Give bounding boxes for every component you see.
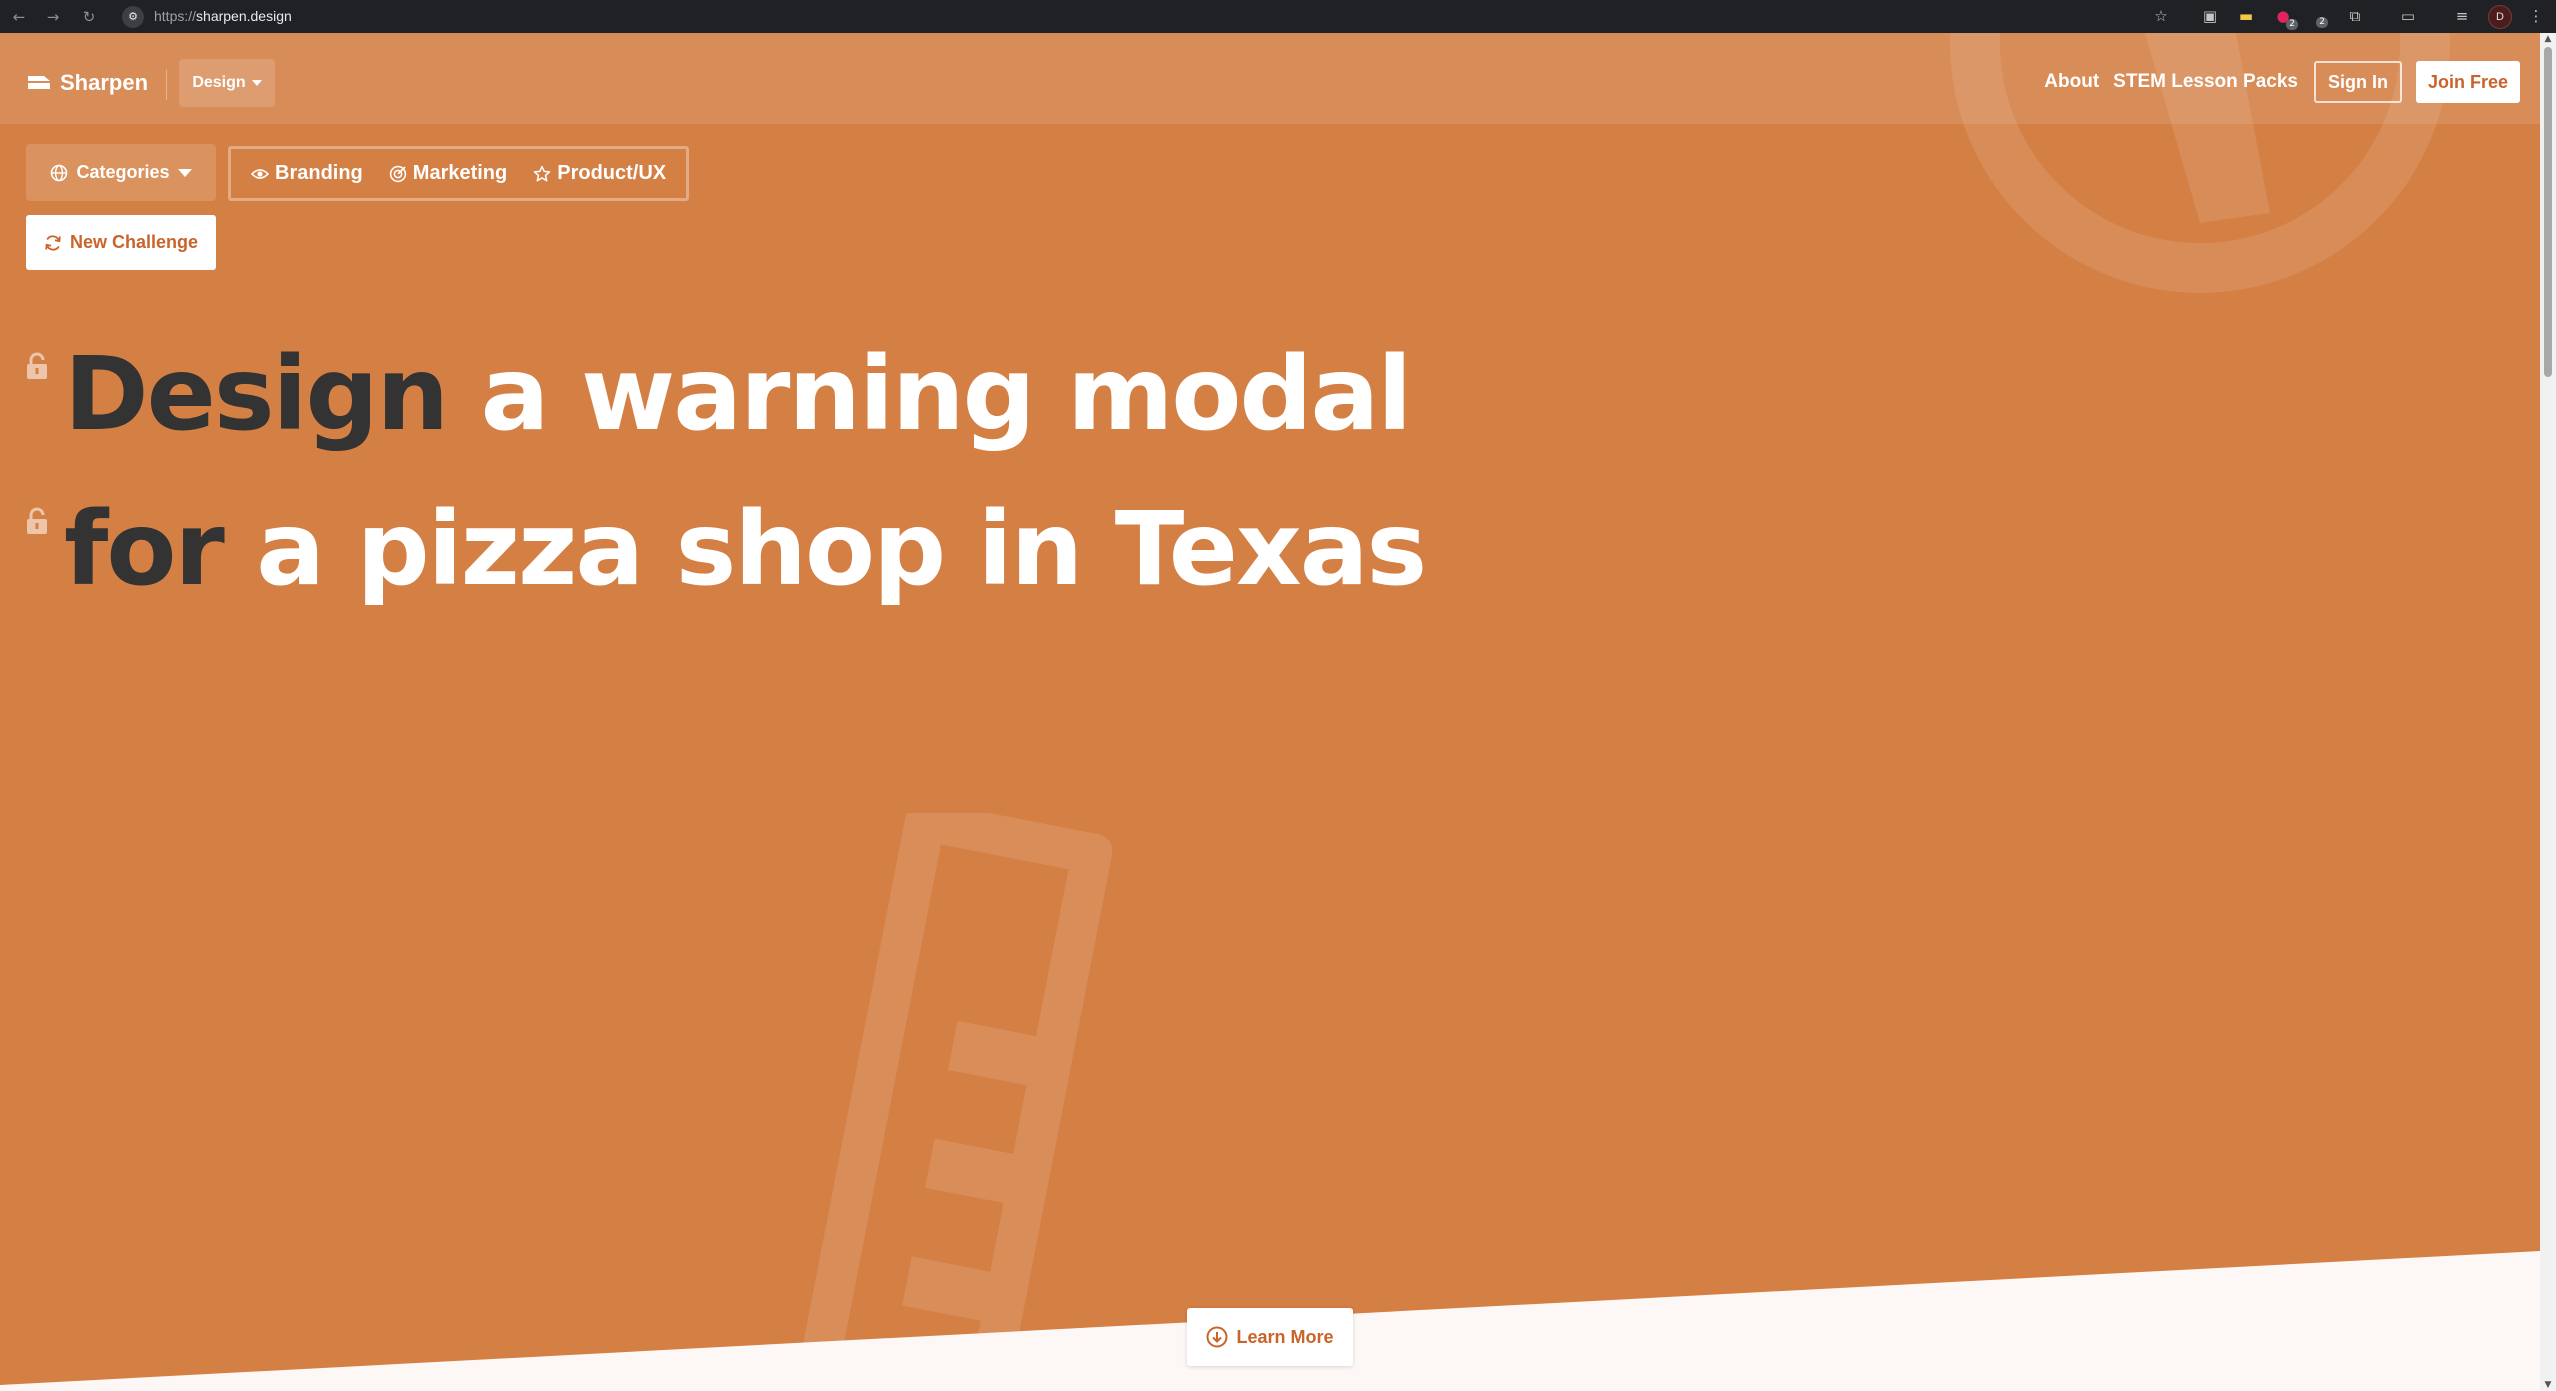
category-product-ux[interactable]: Product/UX: [533, 162, 666, 185]
profile-avatar[interactable]: D: [2488, 5, 2512, 29]
prompt-line-2: for a pizza shop in Texas: [64, 490, 1427, 610]
caret-down-icon: [177, 168, 192, 177]
join-free-button[interactable]: Join Free: [2415, 61, 2520, 103]
arrow-down-circle-icon: [1206, 1326, 1228, 1348]
category-branding-label: Branding: [275, 162, 363, 184]
background-ruler-icon: [790, 813, 1113, 1391]
scroll-up-arrow-icon[interactable]: ▲: [2540, 34, 2556, 44]
learn-more-label: Learn More: [1236, 1326, 1334, 1347]
eye-icon: [251, 168, 269, 179]
new-challenge-label: New Challenge: [69, 232, 199, 252]
extension-pocket-icon[interactable]: ▣: [2200, 6, 2220, 26]
caret-down-icon: [251, 80, 262, 86]
url-scheme: https://: [154, 8, 197, 24]
brand[interactable]: Sharpen: [26, 67, 148, 99]
extensions-puzzle-icon[interactable]: ⧉: [2345, 6, 2365, 26]
extension-badge-icon[interactable]: ● 2: [2273, 6, 2298, 30]
prompt-preposition: for: [64, 490, 225, 609]
sign-in-button[interactable]: Sign In: [2313, 61, 2402, 103]
brand-divider: [166, 70, 167, 100]
mode-dropdown[interactable]: Design: [179, 59, 275, 107]
unlock-icon[interactable]: [26, 507, 48, 535]
learn-more-button[interactable]: Learn More: [1187, 1308, 1353, 1366]
forward-icon[interactable]: →: [44, 8, 62, 26]
scroll-down-arrow-icon[interactable]: ▼: [2540, 1380, 2556, 1390]
bookmark-star-icon[interactable]: ☆: [2151, 6, 2171, 26]
browser-toolbar: ← → ↻ ⚙ https://sharpen.design ☆ ▣ ▬ ● 2 …: [0, 0, 2556, 33]
page-hero: Sharpen Design About STEM Lesson Packs S…: [0, 33, 2540, 1391]
scrollbar-thumb[interactable]: [2544, 47, 2552, 377]
page-scrollbar[interactable]: ▲ ▼: [2540, 33, 2556, 1391]
categories-label: Categories: [76, 162, 170, 182]
site-info-icon[interactable]: ⚙: [122, 6, 144, 28]
mode-dropdown-label: Design: [192, 74, 246, 91]
extension-notes-icon[interactable]: ▬: [2236, 6, 2256, 26]
nav-stem-lesson-packs[interactable]: STEM Lesson Packs: [2113, 71, 2298, 93]
extension-count-icon[interactable]: 2: [2310, 6, 2330, 28]
header-nav: About STEM Lesson Packs Sign In Join Fre…: [2044, 59, 2520, 105]
globe-icon: [51, 164, 68, 181]
back-icon[interactable]: ←: [10, 8, 28, 26]
prompt-subject: a warning modal: [480, 335, 1413, 454]
unlock-icon[interactable]: [26, 352, 48, 380]
prompt-verb: Design: [64, 335, 449, 454]
prompt-client: a pizza shop in Texas: [256, 490, 1427, 609]
prompt-line-1: Design a warning modal: [64, 335, 1413, 455]
category-marketing-label: Marketing: [412, 162, 508, 184]
brand-name: Sharpen: [60, 70, 149, 95]
category-marketing[interactable]: Marketing: [389, 162, 507, 185]
new-challenge-button[interactable]: New Challenge: [26, 215, 216, 270]
cast-icon[interactable]: ▭: [2398, 6, 2418, 26]
bullseye-icon: [389, 165, 406, 182]
star-icon: [534, 165, 551, 181]
kebab-menu-icon[interactable]: ⋮: [2526, 6, 2546, 26]
categories-dropdown[interactable]: Categories: [26, 144, 216, 201]
extension-badge-count: 2: [2286, 19, 2298, 30]
reload-icon[interactable]: ↻: [80, 8, 98, 26]
category-filters: Branding Marketing Product/UX: [228, 146, 690, 201]
media-playlist-icon[interactable]: ≡: [2452, 6, 2472, 26]
nav-about[interactable]: About: [2044, 71, 2099, 93]
category-product-ux-label: Product/UX: [557, 162, 667, 184]
url-host: sharpen.design: [196, 8, 292, 24]
address-bar[interactable]: https://sharpen.design: [154, 8, 292, 25]
refresh-icon: [45, 235, 61, 250]
category-branding[interactable]: Branding: [251, 162, 363, 185]
sharpen-logo-icon: [28, 76, 50, 89]
extension-badge-count-2: 2: [2316, 17, 2328, 28]
